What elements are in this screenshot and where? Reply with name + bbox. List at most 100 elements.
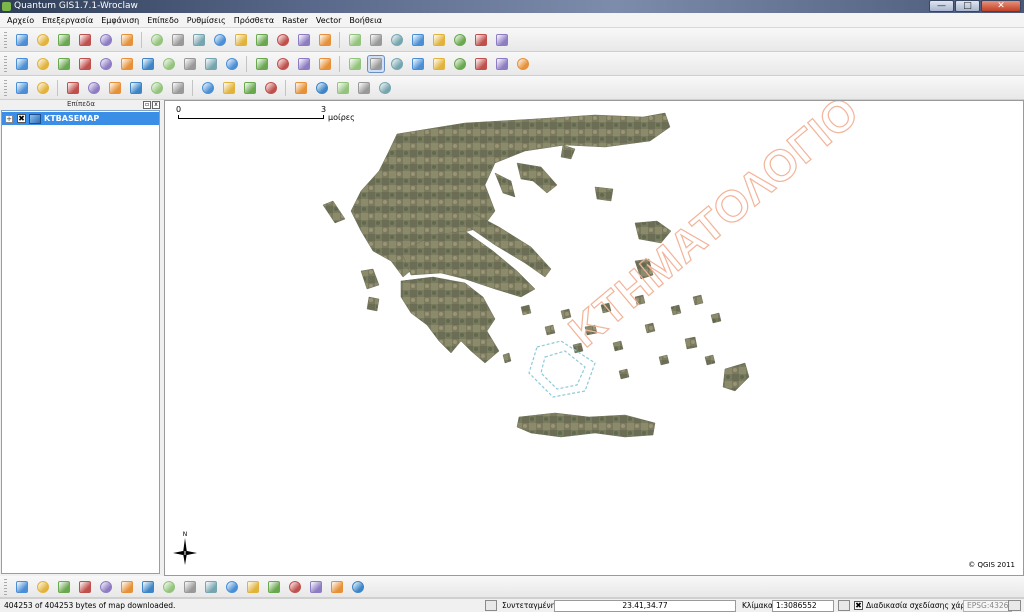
zoom-full-button[interactable]: [410, 56, 426, 72]
save-edits-button[interactable]: [368, 32, 384, 48]
menu-layer[interactable]: Επίπεδο: [143, 16, 183, 25]
zoom-next-button[interactable]: [494, 56, 510, 72]
node-tool-button[interactable]: [410, 32, 426, 48]
offset-curve-button[interactable]: [296, 56, 312, 72]
capture-line-button[interactable]: [35, 56, 51, 72]
menu-view[interactable]: Εμφάνιση: [97, 16, 143, 25]
menu-raster[interactable]: Raster: [278, 16, 312, 25]
float-panel-button[interactable]: ▫: [143, 101, 151, 109]
capture-polygon-button[interactable]: [56, 56, 72, 72]
scale-field[interactable]: 1:3086552: [772, 600, 834, 612]
text-annotation-button[interactable]: [377, 80, 393, 96]
pin-label-button[interactable]: [107, 80, 123, 96]
map-tips-button[interactable]: [314, 80, 330, 96]
python-console-button[interactable]: [308, 579, 324, 595]
menu-vector[interactable]: Vector: [312, 16, 346, 25]
add-postgis-button[interactable]: [191, 32, 207, 48]
zoom-last-button[interactable]: [473, 56, 489, 72]
delete-ring-button[interactable]: [119, 56, 135, 72]
remove-layer-button[interactable]: [275, 32, 291, 48]
fill-ring-button[interactable]: [317, 56, 333, 72]
menu-file[interactable]: Αρχείο: [3, 16, 38, 25]
split-features-button[interactable]: [182, 56, 198, 72]
delete-selected-button[interactable]: [431, 32, 447, 48]
move-feature-button[interactable]: [389, 32, 405, 48]
cut-features-button[interactable]: [452, 32, 468, 48]
zoom-out-button[interactable]: [389, 56, 405, 72]
gps-button[interactable]: [77, 579, 93, 595]
show-bookmarks-button[interactable]: [356, 80, 372, 96]
show-label-button[interactable]: [128, 80, 144, 96]
change-label-button[interactable]: [149, 80, 165, 96]
layer-visibility-checkbox[interactable]: ✖: [17, 114, 26, 123]
save-as-button[interactable]: [77, 32, 93, 48]
open-project-button[interactable]: [35, 32, 51, 48]
capture-point-button[interactable]: [14, 56, 30, 72]
print-button[interactable]: [119, 32, 135, 48]
layer-row-ktbasemap[interactable]: + ✖ KTBASEMAP: [2, 112, 159, 125]
paste-features-button[interactable]: [494, 32, 510, 48]
coordinate-field[interactable]: 23.41,34.77: [554, 600, 736, 612]
minimize-button[interactable]: —: [929, 0, 954, 12]
measure-button[interactable]: [293, 80, 309, 96]
delete-part-button[interactable]: [140, 56, 156, 72]
menu-help[interactable]: Βοήθεια: [345, 16, 386, 25]
select-button[interactable]: [221, 80, 237, 96]
add-raster-layer-button[interactable]: [170, 32, 186, 48]
copy-features-button[interactable]: [473, 32, 489, 48]
menu-settings[interactable]: Ρυθμίσεις: [183, 16, 230, 25]
map-canvas[interactable]: 0 3 μοίρες ΚΤΗΜΑΤΟΛΟΓΙΟ N © QGIS 2011: [164, 100, 1024, 576]
zoom-layer-button[interactable]: [452, 56, 468, 72]
rotate-label-button[interactable]: [65, 80, 81, 96]
zoom-selection-button[interactable]: [431, 56, 447, 72]
menu-plugins[interactable]: Πρόσθετα: [230, 16, 278, 25]
add-oracle-button[interactable]: [317, 32, 333, 48]
toggle-editing-button[interactable]: [347, 32, 363, 48]
new-shapefile-button[interactable]: [254, 32, 270, 48]
delimited-text-button[interactable]: [287, 579, 303, 595]
plugin-leaf-button[interactable]: [245, 579, 261, 595]
stop-render-icon[interactable]: [838, 600, 850, 611]
toolbar-handle[interactable]: [4, 578, 7, 595]
undo-button[interactable]: [14, 80, 30, 96]
crs-status-button[interactable]: EPSG:4326: [963, 600, 1013, 612]
add-ring-button[interactable]: [77, 56, 93, 72]
add-wms-button[interactable]: [233, 32, 249, 48]
globe-button[interactable]: [140, 579, 156, 595]
menu-edit[interactable]: Επεξεργασία: [38, 16, 97, 25]
north-arrow-button[interactable]: [182, 579, 198, 595]
add-wfs-button[interactable]: [296, 32, 312, 48]
attribute-table-button[interactable]: [263, 80, 279, 96]
toolbar-handle[interactable]: [4, 55, 7, 72]
layer-tree[interactable]: + ✖ KTBASEMAP: [1, 110, 160, 574]
copyright-label-button[interactable]: [14, 579, 30, 595]
close-panel-button[interactable]: x: [152, 101, 160, 109]
reshape-button[interactable]: [161, 56, 177, 72]
spatial-query-button[interactable]: [203, 579, 219, 595]
deselect-button[interactable]: [242, 80, 258, 96]
redo-button[interactable]: [35, 80, 51, 96]
edit-layer-button[interactable]: [224, 579, 240, 595]
maximize-button[interactable]: □: [955, 0, 980, 12]
merge-features-button[interactable]: [203, 56, 219, 72]
toolbar-handle[interactable]: [4, 31, 7, 48]
oracle-raster-button[interactable]: [350, 579, 366, 595]
toolbar-handle[interactable]: [4, 79, 7, 96]
scale-bar-plugin-button[interactable]: [56, 579, 72, 595]
crs-projection-icon[interactable]: [1008, 600, 1021, 611]
bookmark-button[interactable]: [335, 80, 351, 96]
pan-map-button[interactable]: [347, 56, 363, 72]
render-checkbox[interactable]: ✖: [854, 601, 863, 610]
label-settings-button[interactable]: [170, 80, 186, 96]
coordinate-toggle-icon[interactable]: [485, 600, 497, 611]
georeferencer-button[interactable]: [98, 579, 114, 595]
road-graph-button[interactable]: [329, 579, 345, 595]
dxf-export-button[interactable]: [266, 579, 282, 595]
zoom-in-button[interactable]: [366, 54, 385, 73]
north-arrow-plugin-button[interactable]: [35, 579, 51, 595]
print-composer-button[interactable]: [98, 32, 114, 48]
save-project-button[interactable]: [56, 32, 72, 48]
simplify-button[interactable]: [254, 56, 270, 72]
expand-layer-toggle[interactable]: +: [5, 114, 13, 123]
refresh-button[interactable]: [515, 56, 531, 72]
